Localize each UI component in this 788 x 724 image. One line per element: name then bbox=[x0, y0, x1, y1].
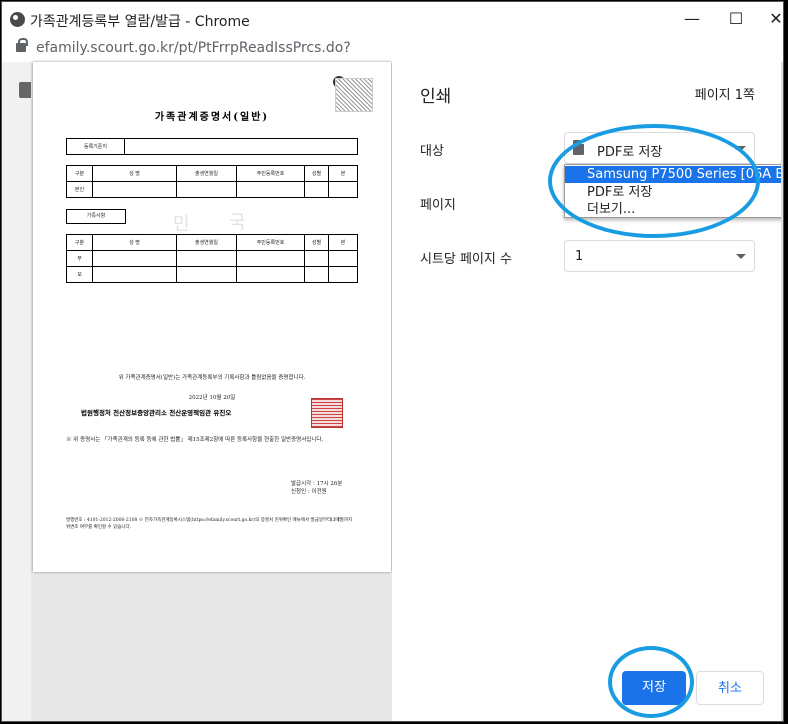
pages-label: 페이지 bbox=[420, 198, 456, 213]
preview-page: 가족관계증명서(일반) 등록기준지 구분 성 명 출생연월일 주민등록번호 성별… bbox=[33, 62, 391, 572]
header-rrn: 주민등록번호 bbox=[236, 234, 305, 251]
globe-icon bbox=[10, 12, 25, 27]
header-type: 구분 bbox=[66, 165, 93, 182]
page-strip bbox=[2, 62, 31, 721]
header-birth: 출생연월일 bbox=[176, 165, 237, 182]
pages-per-sheet-select[interactable]: 1 bbox=[564, 240, 755, 272]
document-icon bbox=[573, 140, 584, 155]
destination-option-more[interactable]: 더보기... bbox=[565, 201, 783, 218]
issuer-text: 법원행정처 전산정보중앙관리소 전산운영책임관 유진오 bbox=[81, 409, 232, 417]
destination-value: PDF로 저장 bbox=[597, 145, 663, 160]
barcode-image bbox=[335, 78, 373, 112]
destination-dropdown: Samsung P7500 Series [06A E19] PDF로 저장 더… bbox=[564, 164, 783, 218]
reg-base-label: 등록기준지 bbox=[66, 138, 125, 155]
family-row-label: 모 bbox=[66, 266, 93, 283]
save-button[interactable]: 저장 bbox=[622, 671, 686, 705]
destination-option-printer[interactable]: Samsung P7500 Series [06A E19] bbox=[565, 166, 783, 183]
chrome-window: 가족관계등록부 열람/발급 - Chrome — ☐ ✕ efamily.sco… bbox=[1, 1, 784, 722]
reg-base-value bbox=[124, 138, 358, 155]
watermark-char: 민 bbox=[173, 214, 190, 235]
applicant: 신청인 : 이전원 bbox=[291, 489, 327, 496]
self-row-label: 본인 bbox=[66, 181, 93, 198]
close-button[interactable]: ✕ bbox=[756, 8, 783, 30]
footer-text: 발행번호 : 4101-2012-2000-2108 ※ 전자가족관계등록시스템… bbox=[66, 518, 353, 530]
header-type: 구분 bbox=[66, 234, 93, 251]
header-origin: 본 bbox=[328, 234, 358, 251]
page-number: 1 / 1 bbox=[330, 518, 341, 523]
minimize-button[interactable]: — bbox=[672, 8, 712, 30]
printer-icon bbox=[19, 82, 31, 98]
pages-per-sheet-value: 1 bbox=[575, 249, 584, 264]
header-rrn: 주민등록번호 bbox=[236, 165, 305, 182]
page-count: 페이지 1쪽 bbox=[694, 88, 755, 103]
family-row-label: 부 bbox=[66, 250, 93, 267]
print-settings-panel: 인쇄 페이지 1쪽 대상 PDF로 저장 Samsung P7500 Serie… bbox=[392, 62, 783, 721]
window-title: 가족관계등록부 열람/발급 - Chrome bbox=[30, 14, 250, 30]
watermark-char: 국 bbox=[229, 212, 246, 233]
family-section-label: 가족사항 bbox=[66, 209, 126, 224]
header-sex: 성별 bbox=[304, 234, 329, 251]
title-bar: 가족관계등록부 열람/발급 - Chrome — ☐ ✕ bbox=[2, 2, 783, 36]
self-table: 구분 성 명 출생연월일 주민등록번호 성별 본 본인 bbox=[66, 165, 358, 198]
issue-info: 발급시각 : 17시 26분 신청인 : 이전원 bbox=[291, 480, 342, 497]
registration-base-table: 등록기준지 bbox=[66, 138, 358, 155]
issue-time: 발급시각 : 17시 26분 bbox=[291, 481, 343, 487]
lock-icon bbox=[16, 38, 28, 52]
certification-text: 위 가족관계증명서(일반)는 가족관계등록부의 기록사항과 틀림없음을 증명합니… bbox=[118, 375, 306, 381]
pages-per-sheet-label: 시트당 페이지 수 bbox=[420, 252, 512, 267]
official-seal bbox=[311, 398, 343, 428]
document-title: 가족관계증명서(일반) bbox=[154, 112, 270, 123]
chevron-down-icon bbox=[736, 146, 746, 151]
header-sex: 성별 bbox=[304, 165, 329, 182]
header-name: 성 명 bbox=[92, 234, 177, 251]
scrollbar[interactable] bbox=[781, 62, 783, 721]
address-bar: efamily.scourt.go.kr/pt/PtFrrpReadIssPrc… bbox=[2, 36, 783, 62]
url-text[interactable]: efamily.scourt.go.kr/pt/PtFrrpReadIssPrc… bbox=[36, 40, 351, 56]
destination-label: 대상 bbox=[420, 144, 444, 159]
destination-option-pdf[interactable]: PDF로 저장 bbox=[565, 184, 783, 201]
family-table: 구분 성 명 출생연월일 주민등록번호 성별 본 부 모 bbox=[66, 234, 358, 283]
panel-title: 인쇄 bbox=[420, 87, 452, 107]
header-name: 성 명 bbox=[92, 165, 177, 182]
destination-select[interactable]: PDF로 저장 bbox=[564, 132, 755, 164]
chevron-down-icon bbox=[736, 254, 746, 259]
header-birth: 출생연월일 bbox=[176, 234, 237, 251]
header-origin: 본 bbox=[328, 165, 358, 182]
maximize-button[interactable]: ☐ bbox=[716, 8, 756, 30]
print-preview-area: 가족관계증명서(일반) 등록기준지 구분 성 명 출생연월일 주민등록번호 성별… bbox=[2, 62, 392, 721]
cancel-button[interactable]: 취소 bbox=[696, 671, 764, 705]
note-text: ※ 위 증명서는 「가족관계의 등록 등에 관한 법률」 제15조제2항에 따른… bbox=[66, 437, 324, 443]
